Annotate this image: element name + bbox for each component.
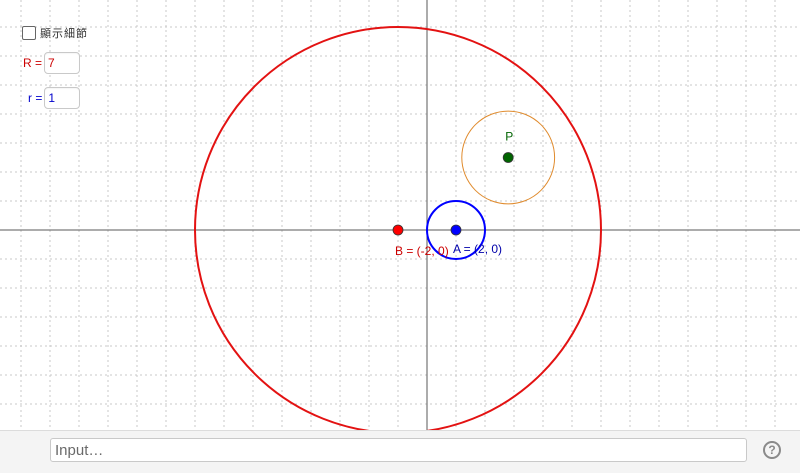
show-details-checkbox[interactable]	[22, 26, 36, 40]
label-point-B: B = (-2, 0)	[395, 244, 449, 258]
R-input[interactable]: 7	[44, 52, 81, 74]
help-icon[interactable]: ?	[763, 441, 781, 459]
r-label: r =	[28, 91, 43, 105]
points: B = (-2, 0) A = (2, 0) P	[392, 130, 514, 258]
show-details-checkbox-row[interactable]: 顯示細節	[22, 25, 88, 41]
R-control: R = 7	[23, 52, 81, 74]
r-input[interactable]: 1	[44, 87, 81, 109]
grid	[0, 0, 800, 430]
r-control: r = 1	[28, 87, 81, 109]
point-A	[450, 224, 462, 236]
algebra-input[interactable]	[50, 438, 747, 462]
axes	[0, 0, 800, 430]
geogebra-app: B = (-2, 0) A = (2, 0) P 顯示細節 R = 7 r = 1 …	[0, 0, 800, 473]
show-details-label: 顯示細節	[40, 28, 88, 40]
point-B	[392, 224, 404, 236]
graphics-view[interactable]: B = (-2, 0) A = (2, 0) P	[0, 0, 800, 430]
R-label: R =	[23, 56, 43, 70]
point-P	[502, 152, 514, 163]
label-point-A: A = (2, 0)	[453, 242, 502, 256]
input-bar: ?	[0, 430, 800, 473]
label-point-P: P	[505, 130, 513, 144]
